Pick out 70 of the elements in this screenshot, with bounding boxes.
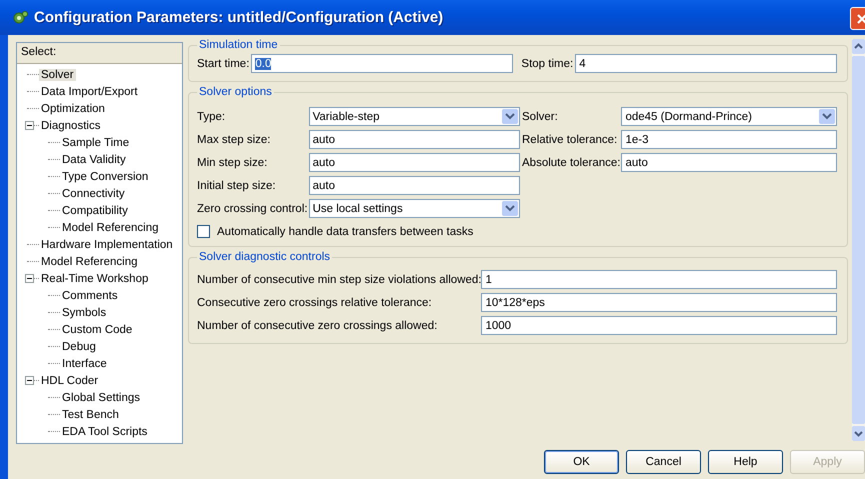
tree-item[interactable]: Sample Time	[60, 136, 132, 148]
chevron-down-icon	[819, 109, 835, 124]
field-label: Solver:	[522, 110, 559, 122]
input-field[interactable]: auto	[308, 130, 520, 149]
field-label: Type:	[197, 110, 226, 122]
chevron-down-icon	[502, 201, 518, 216]
tree-item[interactable]: EDA Tool Scripts	[60, 426, 150, 438]
tree-item[interactable]: HDL Coder	[39, 374, 100, 386]
field-label: Start time:	[197, 58, 250, 70]
field-value: 4	[579, 58, 586, 70]
input-field[interactable]: 1	[481, 270, 837, 289]
checkbox-label: Automatically handle data transfers between tasks	[217, 226, 474, 238]
tree-item[interactable]: Compatibility	[60, 204, 130, 216]
tree-item[interactable]: Symbols	[60, 306, 108, 318]
dropdown[interactable]: ode45 (Dormand-Prince)	[621, 107, 837, 126]
dialog-button[interactable]: Cancel	[626, 450, 701, 474]
group-title: Solver diagnostic controls	[198, 251, 332, 263]
close-icon	[856, 14, 865, 24]
tree-item[interactable]: Connectivity	[60, 188, 127, 200]
dialog-button[interactable]: OK	[544, 450, 619, 474]
field-label: Stop time:	[521, 58, 574, 70]
input-field[interactable]: 1e-3	[621, 130, 837, 149]
tree-item[interactable]: Type Conversion	[60, 170, 150, 182]
field-label: Initial step size:	[197, 180, 277, 192]
tree-header: Select:	[17, 43, 182, 64]
tree-item[interactable]: Model Referencing	[39, 256, 140, 268]
field-label: Zero crossing control:	[197, 202, 308, 214]
tree-item[interactable]: Optimization	[39, 102, 107, 114]
field-label: Absolute tolerance:	[522, 156, 620, 168]
field-value: 0.0	[255, 58, 272, 70]
input-field[interactable]: auto	[621, 153, 837, 172]
tree-item[interactable]: Model Referencing	[60, 222, 161, 234]
field-label: Max step size:	[197, 134, 272, 146]
collapse-icon[interactable]	[25, 274, 34, 283]
chevron-down-icon	[502, 109, 518, 124]
tree-item[interactable]: Interface	[60, 358, 109, 370]
tree-item[interactable]: Solver	[39, 68, 76, 80]
dropdown[interactable]: Variable-step	[308, 107, 520, 126]
input-field[interactable]: 0.0	[251, 54, 514, 73]
input-field[interactable]: 10*128*eps	[481, 293, 837, 312]
collapse-icon[interactable]	[25, 376, 34, 385]
scroll-down-icon[interactable]	[852, 426, 865, 441]
field-label: Relative tolerance:	[522, 134, 618, 146]
tree-item[interactable]: Diagnostics	[39, 120, 102, 132]
gear-icon	[12, 10, 28, 26]
input-field[interactable]: 4	[575, 54, 837, 73]
tree-item[interactable]: Data Import/Export	[39, 86, 140, 98]
tree-item[interactable]: Test Bench	[60, 408, 121, 420]
collapse-icon[interactable]	[25, 121, 34, 130]
tree-item[interactable]: Real-Time Workshop	[39, 272, 150, 284]
field-label: Number of consecutive zero crossings allowed:	[197, 320, 438, 332]
input-field[interactable]: 1000	[481, 316, 837, 335]
field-label: Consecutive zero crossings relative tolerance:	[197, 296, 433, 308]
field-label: Min step size:	[197, 156, 268, 168]
tree-item[interactable]: Hardware Implementation	[39, 238, 175, 250]
input-field[interactable]: auto	[308, 153, 520, 172]
window-title: Configuration Parameters: untitled/Configuration (Active)	[34, 9, 444, 26]
group-title: Solver options	[198, 86, 273, 98]
checkbox[interactable]	[197, 225, 210, 238]
tree-item[interactable]: Custom Code	[60, 324, 134, 336]
tree-item[interactable]: Comments	[60, 290, 120, 302]
input-field[interactable]: auto	[308, 176, 520, 195]
tree-item[interactable]: Debug	[60, 340, 98, 352]
tree-item[interactable]: Global Settings	[60, 392, 142, 404]
dialog-button[interactable]: Help	[708, 450, 783, 474]
field-label: Number of consecutive min step size violations allowed:	[197, 274, 482, 286]
dropdown[interactable]: Use local settings	[308, 199, 520, 218]
tree-item[interactable]: Data Validity	[60, 154, 128, 166]
group-title: Simulation time	[198, 39, 279, 51]
scroll-up-icon[interactable]	[852, 39, 865, 54]
